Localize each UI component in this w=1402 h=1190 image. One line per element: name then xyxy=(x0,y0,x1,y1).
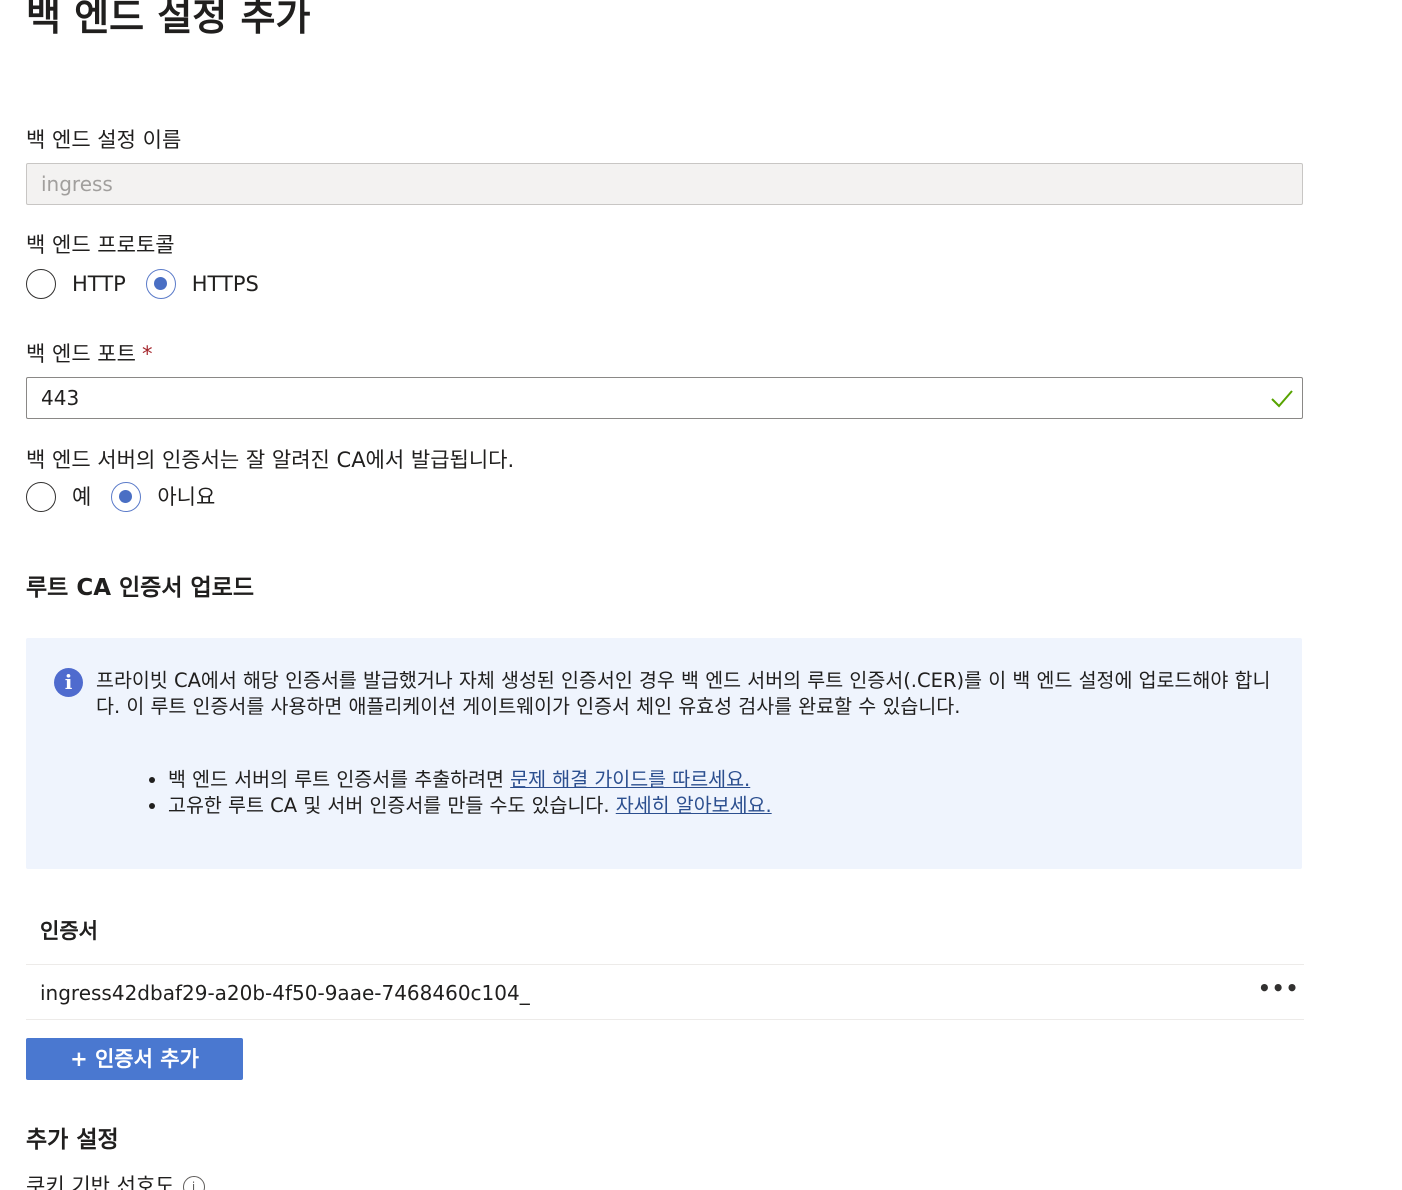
certificate-column-header: 인증서 xyxy=(40,919,98,943)
radio-label-https: HTTPS xyxy=(191,272,259,296)
add-backend-setting-page: 백 엔드 설정 추가 백 엔드 설정 이름 ingress 백 엔드 프로토콜 … xyxy=(0,0,1402,1190)
info-bullet-item: 백 엔드 서버의 루트 인증서를 추출하려면 문제 해결 가이드를 따르세요. xyxy=(168,767,772,793)
info-bullet-text: 백 엔드 서버의 루트 인증서를 추출하려면 xyxy=(168,768,511,791)
radio-label-no: 아니요 xyxy=(157,485,216,509)
radio-option-no[interactable]: 아니요 xyxy=(111,482,215,512)
backend-setting-name-input[interactable]: ingress xyxy=(26,163,1303,205)
backend-port-value: 443 xyxy=(41,386,80,410)
required-marker: * xyxy=(141,342,153,366)
radio-circle-https[interactable] xyxy=(145,269,176,299)
info-bullet-list: 백 엔드 서버의 루트 인증서를 추출하려면 문제 해결 가이드를 따르세요. … xyxy=(142,767,772,819)
radio-option-https[interactable]: HTTPS xyxy=(145,269,259,299)
info-bullet-text: 고유한 루트 CA 및 서버 인증서를 만들 수도 있습니다. xyxy=(168,794,616,817)
cookie-affinity-label-text: 쿠키 기반 선호도 xyxy=(26,1174,175,1190)
radio-circle-yes[interactable] xyxy=(26,482,56,512)
cookie-affinity-label: 쿠키 기반 선호도 i xyxy=(26,1172,205,1190)
backend-setting-name-value: ingress xyxy=(41,172,113,196)
radio-circle-no[interactable] xyxy=(111,482,142,512)
troubleshooting-guide-link[interactable]: 문제 해결 가이드를 따르세요. xyxy=(510,768,750,791)
table-row[interactable]: ingress42dbaf29-a20b-4f50-9aae-7468460c1… xyxy=(26,964,1304,1020)
well-known-ca-label: 백 엔드 서버의 인증서는 잘 알려진 CA에서 발급됩니다. xyxy=(26,448,515,472)
more-options-icon[interactable]: ••• xyxy=(1258,978,1298,1005)
root-ca-section-heading: 루트 CA 인증서 업로드 xyxy=(26,575,254,601)
additional-settings-heading: 추가 설정 xyxy=(26,1127,119,1153)
radio-option-http[interactable]: HTTP xyxy=(26,269,126,299)
well-known-ca-radio-group: 예 아니요 xyxy=(26,480,235,514)
backend-port-label-text: 백 엔드 포트 xyxy=(26,342,136,366)
add-certificate-button[interactable]: + 인증서 추가 xyxy=(26,1038,243,1080)
backend-port-label: 백 엔드 포트 * xyxy=(26,340,152,368)
radio-label-yes: 예 xyxy=(72,485,92,509)
info-bullet-item: 고유한 루트 CA 및 서버 인증서를 만들 수도 있습니다. 자세히 알아보세… xyxy=(168,793,772,819)
info-message-bar: i 프라이빗 CA에서 해당 인증서를 발급했거나 자체 생성된 인증서인 경우… xyxy=(26,638,1302,869)
backend-setting-name-label: 백 엔드 설정 이름 xyxy=(26,128,182,152)
info-tooltip-icon[interactable]: i xyxy=(182,1176,205,1190)
radio-option-yes[interactable]: 예 xyxy=(26,482,91,512)
backend-port-input[interactable]: 443 xyxy=(26,377,1303,419)
page-title: 백 엔드 설정 추가 xyxy=(26,0,311,39)
checkmark-icon xyxy=(1271,390,1293,408)
backend-protocol-label: 백 엔드 프로토콜 xyxy=(26,233,175,257)
radio-circle-http[interactable] xyxy=(26,269,56,299)
info-message-text: 프라이빗 CA에서 해당 인증서를 발급했거나 자체 생성된 인증서인 경우 백… xyxy=(96,669,1271,718)
radio-label-http: HTTP xyxy=(72,272,126,296)
info-icon: i xyxy=(54,668,83,697)
learn-more-link[interactable]: 자세히 알아보세요. xyxy=(616,794,772,817)
certificate-name-cell: ingress42dbaf29-a20b-4f50-9aae-7468460c1… xyxy=(40,981,530,1005)
backend-protocol-radio-group: HTTP HTTPS xyxy=(26,267,279,301)
